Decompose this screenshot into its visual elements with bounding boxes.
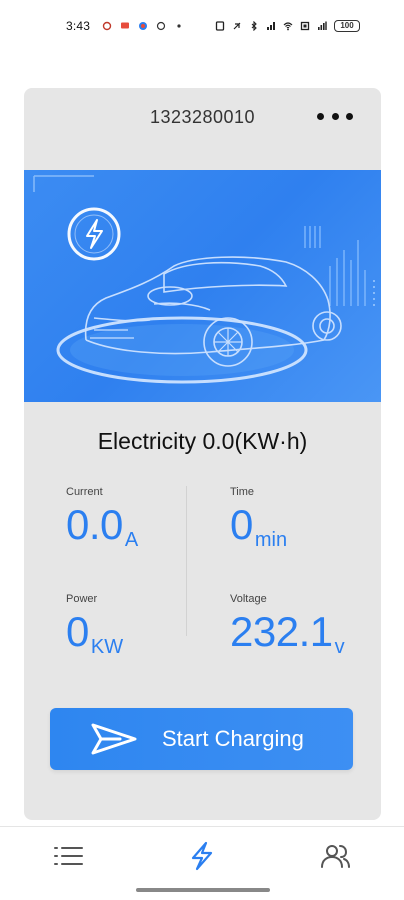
car-banner xyxy=(24,170,381,402)
app-icon xyxy=(139,22,148,30)
electricity-reading: Electricity 0.0(KW·h) xyxy=(97,428,308,454)
nav-charging[interactable] xyxy=(182,841,222,871)
voltage-unit: v xyxy=(334,636,345,658)
lightning-icon xyxy=(191,841,213,871)
signal-hd-icon xyxy=(267,22,275,30)
power-label: Power xyxy=(66,593,98,605)
more-dot-icon xyxy=(346,112,353,120)
message-icon xyxy=(121,22,130,29)
car-illustration xyxy=(33,175,375,384)
time-unit: min xyxy=(254,529,288,551)
more-dot-icon xyxy=(317,112,324,120)
equalizer-bars xyxy=(304,226,366,306)
battery-icon: 100 xyxy=(334,20,360,32)
voltage-label: Voltage xyxy=(230,593,267,605)
more-options-button[interactable] xyxy=(317,108,353,124)
lightning-badge xyxy=(67,207,121,261)
voltage-value: 232.1 xyxy=(230,608,333,655)
mute-icon xyxy=(233,22,241,30)
charger-card: 1323280010 Electricity 0.0(KW·h) Current… xyxy=(24,88,381,820)
dot-icon xyxy=(177,24,181,28)
start-charging-label: Start Charging xyxy=(162,726,304,751)
send-icon xyxy=(91,723,137,755)
nfc-icon xyxy=(215,21,225,31)
nav-users[interactable] xyxy=(316,841,356,871)
sim-icon xyxy=(300,21,310,31)
status-bar: 3:43 100 xyxy=(0,0,404,52)
notification-icons xyxy=(102,21,184,31)
cell-signal-icon xyxy=(318,21,327,30)
status-time: 3:43 xyxy=(66,19,91,33)
alarm-icon xyxy=(102,21,112,31)
current-stat: Current 0.0 A xyxy=(66,486,138,551)
system-icons: 100 xyxy=(215,20,360,32)
current-unit: A xyxy=(124,529,139,551)
time-value: 0 xyxy=(230,501,253,548)
more-dot-icon xyxy=(331,112,339,120)
bluetooth-icon xyxy=(251,21,257,31)
current-value: 0.0 xyxy=(66,501,123,548)
device-id: 1323280010 xyxy=(149,106,256,127)
list-icon xyxy=(54,847,83,865)
time-label: Time xyxy=(230,486,255,498)
current-label: Current xyxy=(66,486,103,498)
voltage-stat: Voltage 232.1 v xyxy=(230,593,345,658)
wifi-icon xyxy=(283,22,293,31)
chat-icon xyxy=(157,21,166,31)
start-charging-button[interactable]: Start Charging xyxy=(50,708,353,770)
stats-divider xyxy=(186,486,187,636)
users-icon xyxy=(321,845,350,868)
power-unit: KW xyxy=(90,636,124,658)
power-value: 0 xyxy=(66,608,89,655)
time-stat: Time 0 min xyxy=(230,486,287,551)
nav-list[interactable] xyxy=(50,841,90,871)
power-stat: Power 0 KW xyxy=(66,593,123,658)
home-indicator[interactable] xyxy=(136,888,270,892)
